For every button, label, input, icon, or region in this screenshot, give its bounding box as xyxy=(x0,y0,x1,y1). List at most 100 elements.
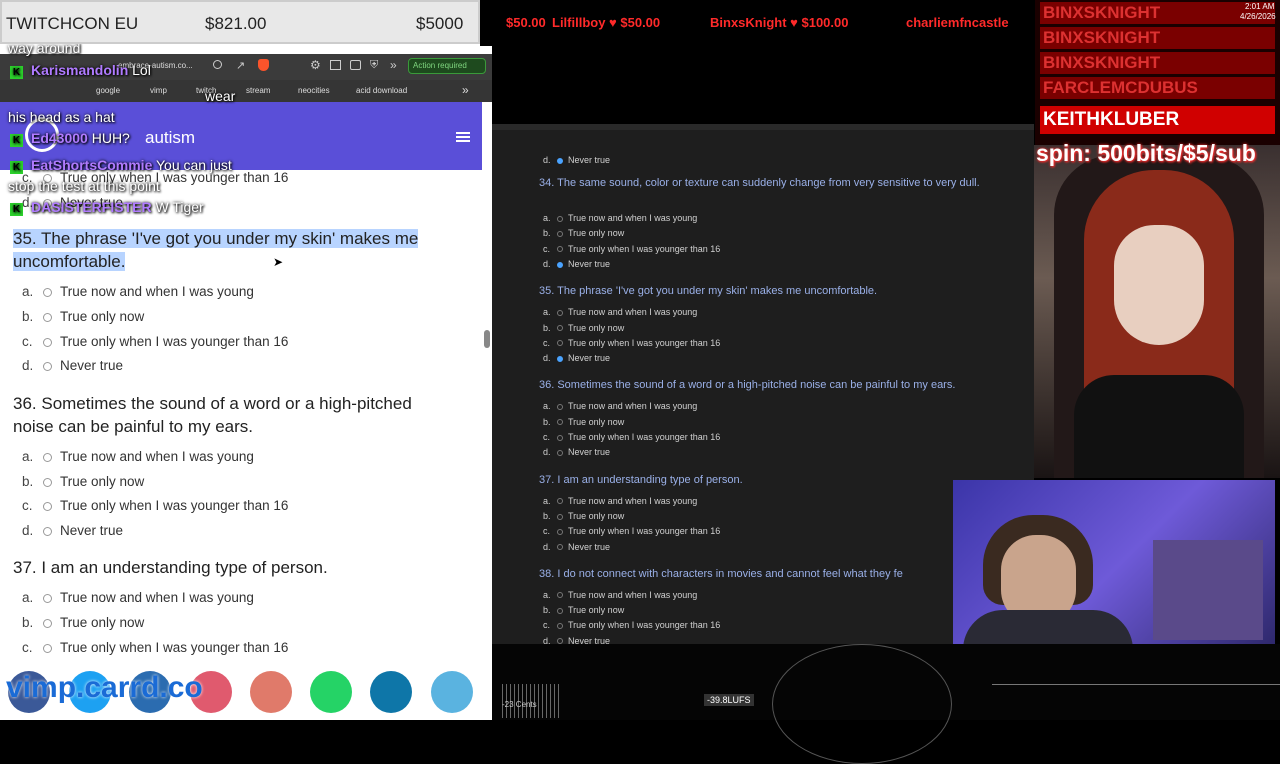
q37-option-c[interactable]: c. True only when I was younger than 16 xyxy=(22,639,288,657)
radio-button[interactable] xyxy=(43,312,52,322)
r-option[interactable]: d. Never true xyxy=(543,541,610,553)
radar-circle xyxy=(772,644,952,764)
whatsapp-icon[interactable] xyxy=(310,671,352,713)
radio-button[interactable] xyxy=(43,643,52,653)
radio-button[interactable] xyxy=(557,607,563,614)
bookmark-acid-download[interactable]: acid download xyxy=(356,86,407,95)
r-option[interactable]: c. True only when I was younger than 16 xyxy=(543,619,720,631)
bookmark-vimp[interactable]: vimp xyxy=(150,86,167,95)
brave-shield-icon[interactable] xyxy=(258,59,269,71)
share-icon[interactable]: ↗ xyxy=(236,59,245,72)
radio-button[interactable] xyxy=(557,513,563,520)
option-label: True only when I was younger than 16 xyxy=(568,526,721,537)
option-letter: a. xyxy=(543,307,551,318)
search-icon[interactable] xyxy=(213,60,222,69)
sidebar-icon[interactable] xyxy=(330,60,341,70)
radio-button[interactable] xyxy=(557,449,563,456)
radio-button[interactable] xyxy=(43,618,52,628)
webcam-streamer xyxy=(1034,145,1280,478)
donation-goal-banner: TWITCHCON EU $821.00 $5000 xyxy=(0,0,480,44)
reddit-icon[interactable] xyxy=(250,671,292,713)
extensions-icon[interactable]: ⚙ xyxy=(310,58,321,72)
option-letter: a. xyxy=(22,284,34,299)
q37-option-a[interactable]: a. True now and when I was young xyxy=(22,589,254,607)
q36-option-c[interactable]: c. True only when I was younger than 16 xyxy=(22,497,288,515)
option-label: True only now xyxy=(60,309,145,324)
radio-button[interactable] xyxy=(557,340,563,347)
linkedin-icon[interactable] xyxy=(370,671,412,713)
radio-button[interactable] xyxy=(557,261,563,268)
sub-entry: BINXSKNIGHT xyxy=(1040,27,1275,49)
action-required-button[interactable]: Action required xyxy=(408,58,486,74)
radio-button[interactable] xyxy=(43,452,52,462)
radio-button[interactable] xyxy=(557,157,563,164)
r-option[interactable]: a. True now and when I was young xyxy=(543,400,697,412)
r-option[interactable]: a. True now and when I was young xyxy=(543,306,697,318)
radio-button[interactable] xyxy=(43,337,52,347)
radio-button[interactable] xyxy=(43,526,52,536)
r-option[interactable]: b. True only now xyxy=(543,416,624,428)
q35-option-a[interactable]: a. True now and when I was young xyxy=(22,283,254,301)
radio-button[interactable] xyxy=(557,419,563,426)
email-icon[interactable] xyxy=(431,671,473,713)
r-option[interactable]: a. True now and when I was young xyxy=(543,495,697,507)
radio-button[interactable] xyxy=(557,528,563,535)
radio-button[interactable] xyxy=(43,501,52,511)
radio-button[interactable] xyxy=(557,246,563,253)
r-option[interactable]: b. True only now xyxy=(543,604,624,616)
radio-button[interactable] xyxy=(557,544,563,551)
kick-badge-icon: K xyxy=(10,134,23,147)
chat-line: wear xyxy=(205,88,235,104)
radio-button[interactable] xyxy=(557,404,563,411)
site-title: autism xyxy=(145,128,196,147)
vpn-icon[interactable]: ⛨ xyxy=(370,59,378,72)
r-option[interactable]: c. True only when I was younger than 16 xyxy=(543,431,720,443)
option-label: Never true xyxy=(568,155,611,165)
wallet-icon[interactable] xyxy=(350,60,361,70)
q36-option-d[interactable]: d. Never true xyxy=(22,522,123,540)
r-option[interactable]: b. True only now xyxy=(543,510,624,522)
q35-option-d[interactable]: d. Never true xyxy=(22,357,123,375)
radio-button[interactable] xyxy=(557,592,563,599)
radio-button[interactable] xyxy=(43,593,52,603)
bookmark-neocities[interactable]: neocities xyxy=(298,86,330,95)
radio-button[interactable] xyxy=(557,215,563,222)
option-label: True now and when I was young xyxy=(568,589,698,600)
r-option[interactable]: b. True only now xyxy=(543,322,624,334)
scrollbar-thumb[interactable] xyxy=(484,330,490,348)
radio-button[interactable] xyxy=(557,623,563,630)
radio-button[interactable] xyxy=(557,498,563,505)
r-option[interactable]: a. True now and when I was young xyxy=(543,589,697,601)
r-option[interactable]: d. Never true xyxy=(543,635,610,644)
r-option[interactable]: d. Never true xyxy=(543,446,610,458)
radio-button[interactable] xyxy=(557,325,563,332)
r-option[interactable]: a. True now and when I was young xyxy=(543,212,697,224)
r-option[interactable]: c. True only when I was younger than 16 xyxy=(543,243,720,255)
radio-button[interactable] xyxy=(557,230,563,237)
option-label: True now and when I was young xyxy=(568,307,698,318)
r-option[interactable]: c. True only when I was younger than 16 xyxy=(543,525,720,537)
download-icon[interactable]: » xyxy=(390,58,397,72)
q36-option-b[interactable]: b. True only now xyxy=(22,473,144,491)
q36-option-a[interactable]: a. True now and when I was young xyxy=(22,448,254,466)
radio-button[interactable] xyxy=(557,309,563,316)
r-option[interactable]: d. Never true xyxy=(543,258,610,270)
r-option[interactable]: b. True only now xyxy=(543,227,624,239)
radio-button[interactable] xyxy=(43,477,52,487)
bookmark-google[interactable]: google xyxy=(96,86,120,95)
cents-readout: -23 Cents xyxy=(502,700,537,709)
menu-icon[interactable] xyxy=(456,132,470,142)
radio-button[interactable] xyxy=(557,355,563,362)
q35-option-b[interactable]: b. True only now xyxy=(22,308,144,326)
radio-button[interactable] xyxy=(557,434,563,441)
radio-button[interactable] xyxy=(43,287,52,297)
radio-button[interactable] xyxy=(43,361,52,371)
r-prev-option[interactable]: d. Never true xyxy=(543,154,610,166)
bookmark-stream[interactable]: stream xyxy=(246,86,270,95)
q35-option-c[interactable]: c. True only when I was younger than 16 xyxy=(22,333,288,351)
r-option[interactable]: c. True only when I was younger than 16 xyxy=(543,337,720,349)
r-option[interactable]: d. Never true xyxy=(543,352,610,364)
social-bar: vimp.carrd.co xyxy=(0,663,482,720)
q37-option-b[interactable]: b. True only now xyxy=(22,614,144,632)
bookmarks-overflow-icon[interactable]: » xyxy=(462,83,469,97)
